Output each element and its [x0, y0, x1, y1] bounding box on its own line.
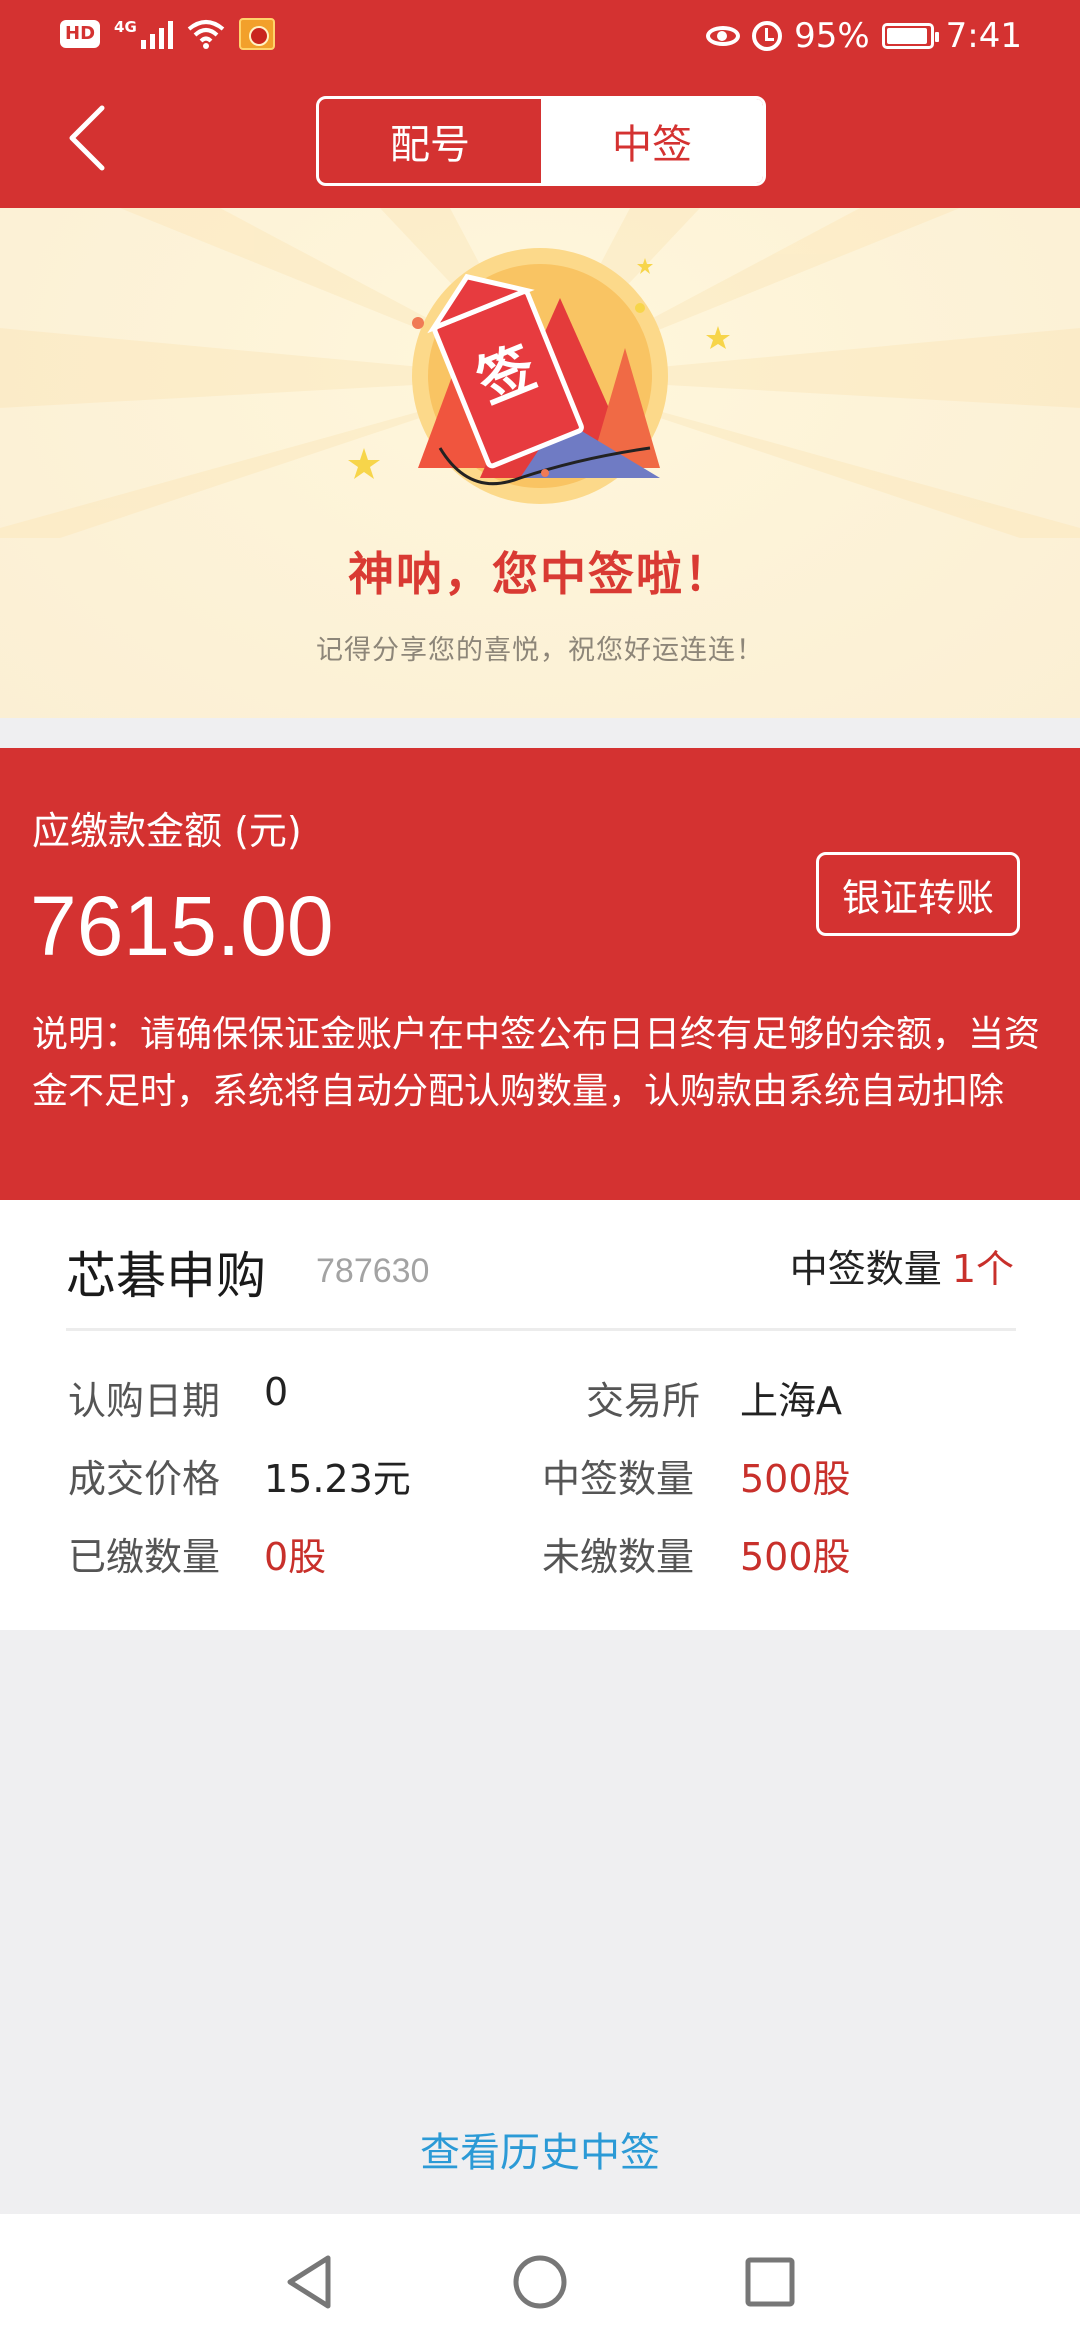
winning-count-value: 1个 [951, 1247, 1014, 1291]
winning-shares-label: 中签数量 [542, 1457, 695, 1501]
system-navigation-bar [0, 2214, 1080, 2340]
view-history-link[interactable]: 查看历史中签 [0, 2120, 1080, 2178]
unpaid-shares-value: 500股 [740, 1535, 851, 1579]
star-decoration [348, 448, 380, 479]
exchange-value: 上海A [740, 1379, 842, 1423]
deal-price-label: 成交价格 [68, 1457, 221, 1501]
bank-securities-transfer-button[interactable]: 银证转账 [816, 852, 1020, 936]
winning-count: 中签数量 1个 [790, 1238, 1014, 1293]
signal-icon [140, 19, 173, 49]
status-bar: HD 4G 95% 7:41 [0, 0, 1080, 72]
alarm-icon [752, 21, 783, 51]
nav-bar: 配号 中签 [0, 72, 1080, 208]
star-decoration [706, 326, 730, 349]
winning-illustration: 签 [0, 208, 1080, 538]
paid-shares-label: 已缴数量 [68, 1535, 221, 1579]
detail-row: 已缴数量 0股 未缴数量 500股 [0, 1526, 1080, 1604]
payment-card: 应缴款金额 (元) 7615.00 银证转账 说明：请确保保证金账户在中签公布日… [0, 748, 1080, 1200]
winning-shares-value: 500股 [740, 1457, 851, 1501]
winning-count-label: 中签数量 [789, 1247, 942, 1291]
back-arrow-icon[interactable] [52, 98, 132, 178]
battery-percent: 95% [794, 16, 870, 56]
wifi-icon [187, 20, 225, 49]
subscription-date-label: 认购日期 [68, 1379, 221, 1423]
detail-row: 成交价格 15.23元 中签数量 500股 [0, 1448, 1080, 1526]
app-notification-icon [238, 18, 275, 50]
divider [66, 1328, 1016, 1331]
nav-recents-icon[interactable] [740, 2252, 800, 2312]
battery-icon [881, 23, 939, 49]
stock-info-card: 芯碁申购 787630 中签数量 1个 认购日期 0 交易所 上海A 成交价格 1… [0, 1200, 1080, 1630]
paid-shares-value: 0股 [264, 1535, 327, 1579]
congrats-title: 神呐，您中签啦！ [348, 547, 732, 601]
payment-note: 说明：请确保保证金账户在中签公布日日终有足够的余额，当资金不足时，系统将自动分配… [32, 1014, 1041, 1112]
stock-detail-grid: 认购日期 0 交易所 上海A 成交价格 15.23元 中签数量 500股 已缴数… [0, 1370, 1080, 1604]
network-type: 4G [114, 18, 137, 36]
nav-home-icon[interactable] [510, 2252, 570, 2312]
payment-amount: 7615.00 [30, 879, 334, 973]
congrats-subtitle: 记得分享您的喜悦，祝您好运连连！ [316, 635, 764, 666]
deal-price-value: 15.23元 [264, 1457, 411, 1501]
congrats-banner: 签 神呐，您中签啦！ 记得分享您的喜悦，祝您好运连连！ [0, 208, 1080, 718]
eye-icon [706, 26, 741, 46]
unpaid-shares-label: 未缴数量 [542, 1535, 695, 1579]
clock: 7:41 [945, 16, 1022, 56]
hd-badge: HD [60, 20, 101, 48]
status-right: 95% 7:41 [706, 12, 1022, 60]
stock-code: 787630 [316, 1252, 430, 1290]
nav-back-icon[interactable] [280, 2252, 340, 2312]
status-left: HD 4G [60, 18, 275, 50]
exchange-label: 交易所 [586, 1379, 701, 1423]
tab-allocation-numbers[interactable]: 配号 [319, 99, 541, 183]
payment-amount-label: 应缴款金额 (元) [32, 809, 302, 853]
detail-row: 认购日期 0 交易所 上海A [0, 1370, 1080, 1448]
subscription-date-value: 0 [264, 1370, 289, 1414]
segment-control: 配号 中签 [316, 96, 766, 186]
stock-name: 芯碁申购 [66, 1247, 266, 1305]
tab-winning[interactable]: 中签 [541, 99, 763, 183]
